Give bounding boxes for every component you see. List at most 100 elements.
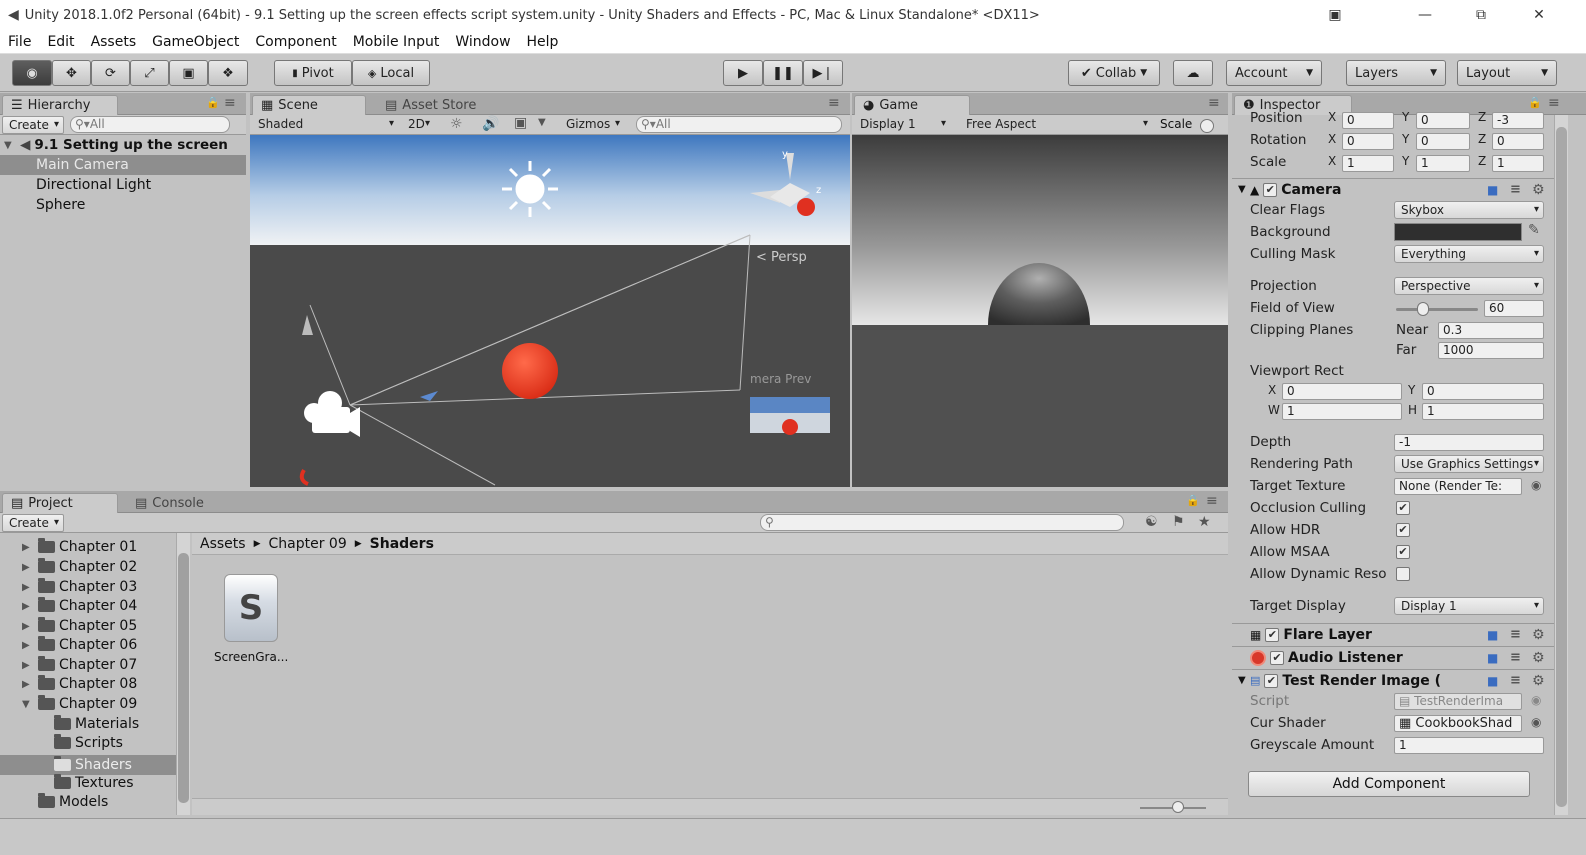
help-icon[interactable]: ■ — [1487, 674, 1498, 688]
local-toggle[interactable]: ◈ Local — [352, 60, 430, 86]
filter-label-icon[interactable]: ⚑ — [1172, 514, 1185, 530]
folder-item[interactable]: ▶ Chapter 04 — [22, 597, 137, 614]
settings-sliders-icon[interactable]: ≡ — [1510, 673, 1521, 688]
allow-msaa-checkbox[interactable]: ✔ — [1396, 545, 1410, 559]
expand-triangle-icon[interactable]: ▼ — [4, 140, 16, 151]
icon-size-slider-handle[interactable] — [1172, 801, 1184, 813]
scale-y-field[interactable]: 1 — [1416, 155, 1470, 172]
cloud-button[interactable]: ☁ — [1173, 60, 1213, 86]
gear-icon[interactable]: ⚙ — [1532, 650, 1545, 666]
hierarchy-create-dropdown[interactable]: Create — [2, 116, 64, 134]
menu-component[interactable]: Component — [247, 34, 344, 50]
folder-tree-scrollbar[interactable] — [176, 533, 190, 815]
viewport-w-field[interactable]: 1 — [1282, 403, 1402, 420]
gear-icon[interactable]: ⚙ — [1532, 627, 1545, 643]
allow-dynamic-resolution-checkbox[interactable] — [1396, 567, 1410, 581]
lock-icon[interactable]: 🔒 — [1528, 96, 1542, 109]
list-item[interactable]: Main Camera — [0, 155, 246, 175]
maximize-button[interactable]: ⧉ — [1458, 0, 1504, 30]
target-display-dropdown[interactable]: Display 1 — [1394, 597, 1544, 615]
settings-sliders-icon[interactable]: ≡ — [1510, 650, 1521, 665]
viewport-h-field[interactable]: 1 — [1422, 403, 1544, 420]
folder-item[interactable]: Materials — [54, 715, 139, 732]
folder-item[interactable]: ▶ Chapter 07 — [22, 656, 137, 673]
restore-layout-icon[interactable]: ▣ — [1312, 0, 1358, 30]
help-icon[interactable]: ■ — [1487, 651, 1498, 665]
menu-help[interactable]: Help — [519, 34, 567, 50]
viewport-x-field[interactable]: 0 — [1282, 383, 1402, 400]
scrollbar-thumb[interactable] — [178, 553, 189, 803]
minimize-button[interactable]: — — [1402, 0, 1448, 30]
list-item[interactable]: Sphere — [36, 195, 85, 215]
fold-triangle-icon[interactable]: ▼ — [1238, 184, 1250, 195]
add-component-button[interactable]: Add Component — [1248, 771, 1530, 797]
filter-type-icon[interactable]: ☯ — [1145, 514, 1158, 530]
rect-tool-button[interactable]: ▣ — [169, 60, 208, 86]
far-field[interactable]: 1000 — [1438, 342, 1544, 359]
panel-menu-icon[interactable]: ≡ — [1206, 493, 1218, 509]
test-render-enabled-checkbox[interactable]: ✔ — [1264, 673, 1279, 688]
breadcrumb-chapter[interactable]: Chapter 09 — [268, 536, 346, 552]
gear-icon[interactable]: ⚙ — [1532, 182, 1545, 198]
rotation-y-field[interactable]: 0 — [1416, 133, 1470, 150]
scale-slider-handle[interactable] — [1200, 119, 1214, 133]
near-field[interactable]: 0.3 — [1438, 322, 1544, 339]
greyscale-amount-field[interactable]: 1 — [1394, 737, 1544, 754]
shader-asset-icon[interactable]: S — [224, 574, 278, 642]
scene-root-item[interactable]: ▼ ◀ 9.1 Setting up the screen — [4, 135, 228, 155]
pause-button[interactable]: ❚❚ — [763, 60, 803, 86]
collab-dropdown[interactable]: ✔ Collab ▼ — [1068, 60, 1160, 86]
tab-game[interactable]: ◕ Game — [854, 95, 970, 115]
cur-shader-field[interactable]: ▦ CookbookShad — [1394, 715, 1522, 732]
depth-field[interactable]: -1 — [1394, 434, 1544, 451]
occlusion-culling-checkbox[interactable]: ✔ — [1396, 501, 1410, 515]
settings-sliders-icon[interactable]: ≡ — [1510, 182, 1521, 197]
flare-layer-component-header[interactable]: ▦ ✔ Flare Layer ■ ≡ ⚙ — [1232, 623, 1554, 645]
scrollbar-thumb[interactable] — [1556, 127, 1567, 807]
culling-mask-dropdown[interactable]: Everything — [1394, 245, 1544, 263]
fov-slider-track[interactable] — [1396, 308, 1478, 311]
clear-flags-dropdown[interactable]: Skybox — [1394, 201, 1544, 219]
menu-mobile-input[interactable]: Mobile Input — [345, 34, 448, 50]
breadcrumb-shaders[interactable]: Shaders — [370, 536, 434, 552]
panel-menu-icon[interactable]: ≡ — [828, 95, 840, 111]
folder-item[interactable]: ▶ Chapter 03 — [22, 578, 137, 595]
scene-search-input[interactable]: ⚲▾All — [636, 116, 842, 133]
panel-menu-icon[interactable]: ≡ — [1208, 95, 1220, 111]
object-picker-icon[interactable]: ◉ — [1531, 478, 1541, 492]
folder-item[interactable]: ▶ Chapter 06 — [22, 636, 137, 653]
fov-slider-handle[interactable] — [1417, 302, 1430, 316]
eyedropper-icon[interactable]: ✎ — [1528, 222, 1540, 238]
tab-project[interactable]: ▤ Project — [2, 493, 118, 513]
menu-assets[interactable]: Assets — [83, 34, 145, 50]
scale-z-field[interactable]: 1 — [1492, 155, 1544, 172]
gear-icon[interactable]: ⚙ — [1532, 673, 1545, 689]
effects-icon[interactable]: ▣ — [514, 115, 527, 131]
transform-tool-button[interactable]: ❖ — [208, 60, 248, 86]
account-dropdown[interactable]: Account ▼ — [1226, 60, 1322, 86]
lock-icon[interactable]: 🔒 — [206, 96, 220, 109]
menu-window[interactable]: Window — [447, 34, 518, 50]
fov-field[interactable]: 60 — [1484, 300, 1544, 317]
rendering-path-dropdown[interactable]: Use Graphics Settings — [1394, 455, 1544, 473]
shader-asset-name[interactable]: ScreenGra... — [214, 650, 288, 664]
panel-menu-icon[interactable]: ≡ — [224, 95, 236, 111]
project-create-dropdown[interactable]: Create — [2, 514, 64, 532]
target-texture-field[interactable]: None (Render Te: — [1394, 478, 1522, 495]
folder-item-selected[interactable]: Shaders — [0, 755, 176, 775]
pivot-toggle[interactable]: ▮ Pivot — [274, 60, 352, 86]
tab-scene[interactable]: ▦ Scene — [252, 95, 366, 115]
view-tool-button[interactable]: ◉ — [12, 60, 52, 86]
rotate-tool-button[interactable]: ⟳ — [91, 60, 130, 86]
folder-item[interactable]: ▶ Chapter 05 — [22, 617, 137, 634]
persp-label[interactable]: < Persp — [756, 250, 807, 265]
hierarchy-search-input[interactable]: ⚲▾All — [70, 116, 230, 133]
audio-listener-enabled-checkbox[interactable]: ✔ — [1270, 650, 1284, 665]
viewport-y-field[interactable]: 0 — [1422, 383, 1544, 400]
favorite-star-icon[interactable]: ★ — [1198, 514, 1211, 530]
tab-console[interactable]: ▤ Console — [126, 493, 242, 513]
2d-toggle[interactable]: 2D — [402, 116, 434, 134]
list-item[interactable]: Directional Light — [36, 175, 151, 195]
fold-triangle-icon[interactable]: ▼ — [1238, 675, 1250, 686]
folder-item[interactable]: ▶ Chapter 02 — [22, 558, 137, 575]
